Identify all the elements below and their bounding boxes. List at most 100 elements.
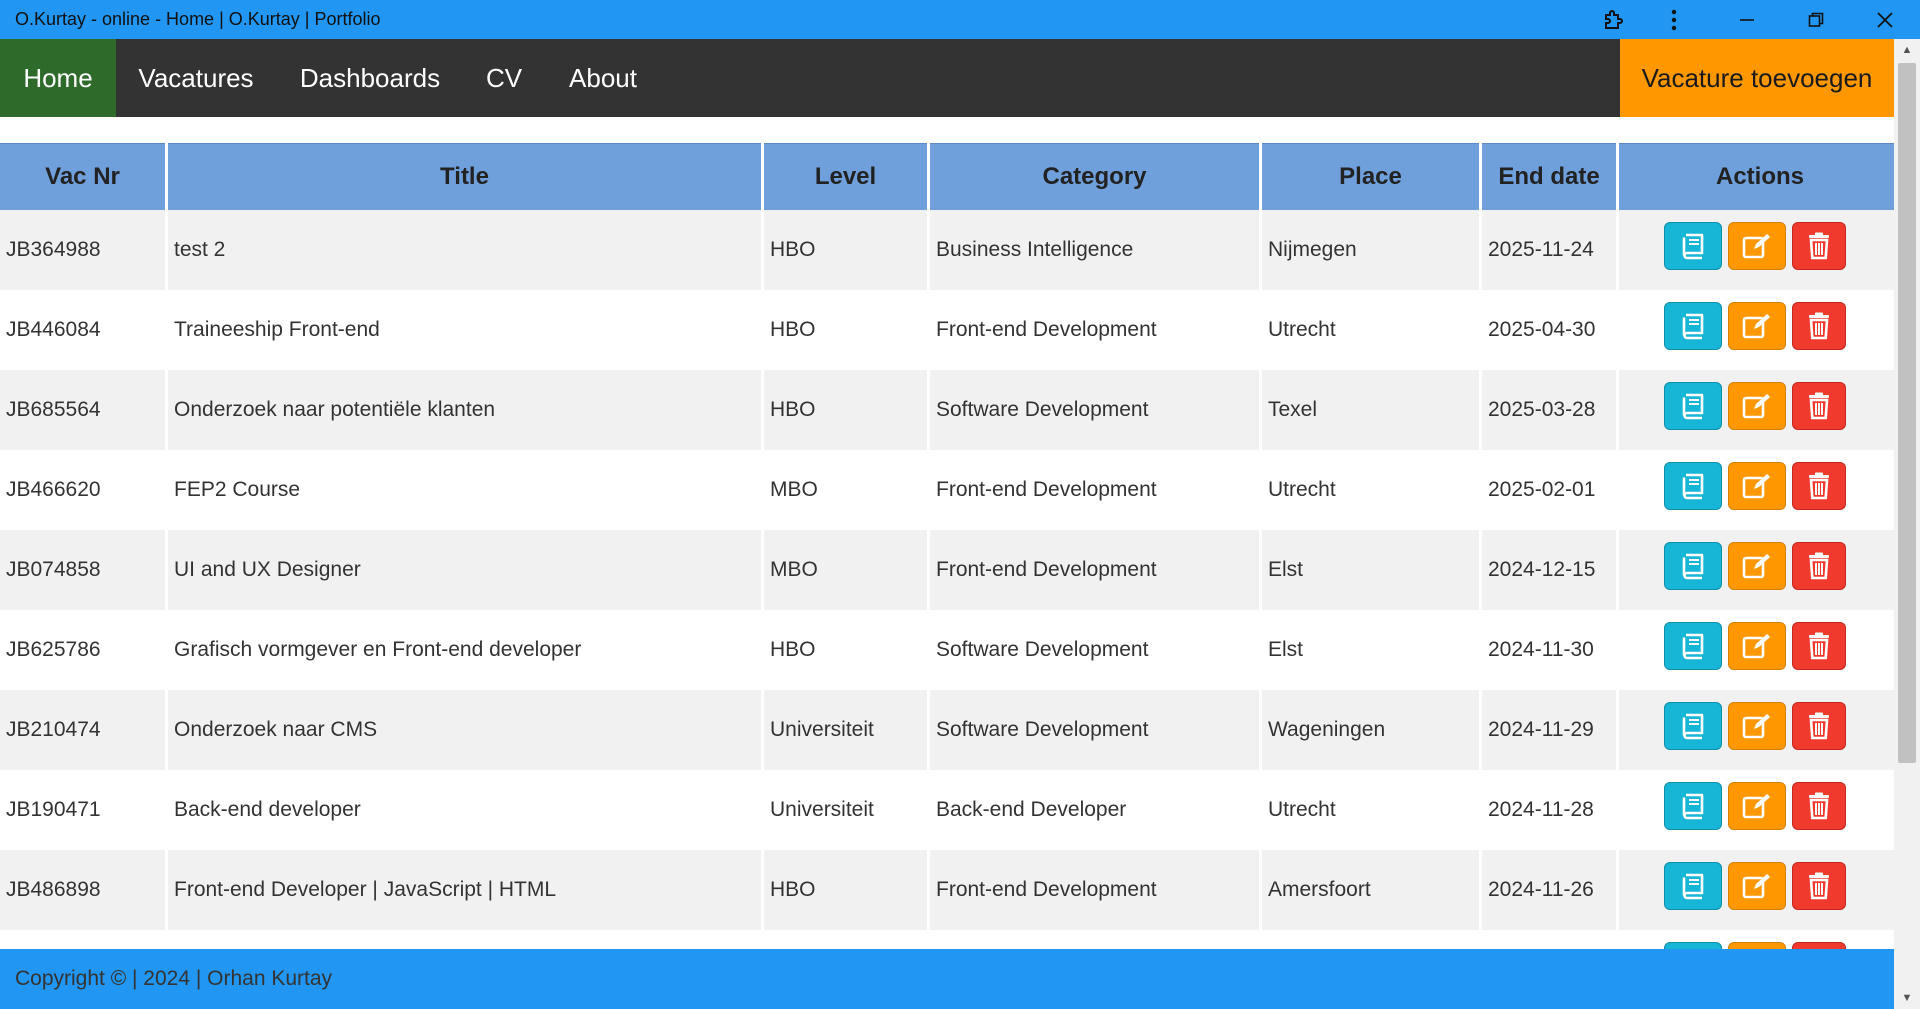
row-actions — [1664, 222, 1894, 270]
cell-category: Front-end Development — [930, 290, 1259, 370]
edit-button[interactable] — [1728, 782, 1786, 830]
edit-button[interactable] — [1728, 942, 1786, 949]
edit-button[interactable] — [1728, 222, 1786, 270]
row-actions — [1664, 942, 1894, 949]
row-actions — [1664, 622, 1894, 670]
nav-about[interactable]: About — [544, 39, 662, 117]
nav-dashboards[interactable]: Dashboards — [276, 39, 464, 117]
edit-button[interactable] — [1728, 862, 1786, 910]
cell-end-date: 2024-11-30 — [1482, 610, 1616, 690]
cell-place: Elst — [1262, 610, 1479, 690]
edit-button[interactable] — [1728, 702, 1786, 750]
restore-icon[interactable] — [1786, 0, 1846, 39]
cell-title: Front-end Developer | JavaScript | HTML — [168, 850, 761, 930]
more-options-icon[interactable] — [1644, 0, 1704, 39]
book-icon — [1678, 312, 1708, 340]
minimize-icon[interactable] — [1717, 0, 1777, 39]
cell-category: Front-end Development — [930, 850, 1259, 930]
delete-button[interactable] — [1792, 702, 1846, 750]
view-button[interactable] — [1664, 862, 1722, 910]
edit-button[interactable] — [1728, 542, 1786, 590]
view-button[interactable] — [1664, 782, 1722, 830]
cell-actions — [1619, 290, 1894, 370]
nav-cv[interactable]: CV — [464, 39, 544, 117]
cell-end-date: 2024-11-28 — [1482, 770, 1616, 850]
view-button[interactable] — [1664, 702, 1722, 750]
delete-button[interactable] — [1792, 462, 1846, 510]
row-actions — [1664, 462, 1894, 510]
delete-button[interactable] — [1792, 382, 1846, 430]
cell-end-date: 2024-11-29 — [1482, 690, 1616, 770]
edit-button[interactable] — [1728, 462, 1786, 510]
scroll-down-arrow-icon[interactable]: ▼ — [1894, 987, 1920, 1009]
row-actions — [1664, 302, 1894, 350]
cell-category: Software Development — [930, 610, 1259, 690]
view-button[interactable] — [1664, 622, 1722, 670]
cell-category: Software Development — [930, 370, 1259, 450]
view-button[interactable] — [1664, 542, 1722, 590]
cell-category: Back-end Developer — [930, 770, 1259, 850]
view-button[interactable] — [1664, 462, 1722, 510]
page-scrollbar[interactable]: ▲ ▼ — [1894, 39, 1920, 1009]
edit-button[interactable] — [1728, 382, 1786, 430]
cell-end-date: 2024-11-26 — [1482, 850, 1616, 930]
cell-category: Software Development — [930, 690, 1259, 770]
extensions-icon[interactable] — [1584, 0, 1644, 39]
header-vac-nr[interactable]: Vac Nr — [0, 143, 165, 210]
header-end-date[interactable]: End date — [1482, 143, 1616, 210]
delete-button[interactable] — [1792, 862, 1846, 910]
close-icon[interactable] — [1855, 0, 1915, 39]
header-actions: Actions — [1619, 143, 1894, 210]
nav-vacatures[interactable]: Vacatures — [116, 39, 276, 117]
row-actions — [1664, 862, 1894, 910]
cell-actions — [1619, 370, 1894, 450]
cell-category: Front-end Development — [930, 450, 1259, 530]
scroll-thumb[interactable] — [1898, 63, 1916, 763]
edit-button[interactable] — [1728, 622, 1786, 670]
trash-icon — [1807, 472, 1831, 500]
trash-icon — [1807, 392, 1831, 420]
row-actions — [1664, 542, 1894, 590]
cell-category: Front-end Development — [930, 530, 1259, 610]
cell-actions — [1619, 770, 1894, 850]
cell-level: HBO — [764, 370, 927, 450]
cell-title — [168, 930, 761, 949]
delete-button[interactable] — [1792, 622, 1846, 670]
delete-button[interactable] — [1792, 782, 1846, 830]
cell-vac-nr: JB210474 — [0, 690, 165, 770]
cell-level: MBO — [764, 450, 927, 530]
vacancy-table-container: Vac Nr Title Level Category Place End da… — [0, 143, 1894, 949]
header-level[interactable]: Level — [764, 143, 927, 210]
header-place[interactable]: Place — [1262, 143, 1479, 210]
cell-level: HBO — [764, 210, 927, 290]
cell-title: Back-end developer — [168, 770, 761, 850]
edit-button[interactable] — [1728, 302, 1786, 350]
cell-vac-nr: JB446084 — [0, 290, 165, 370]
header-title[interactable]: Title — [168, 143, 761, 210]
view-button[interactable] — [1664, 942, 1722, 949]
header-category[interactable]: Category — [930, 143, 1259, 210]
view-button[interactable] — [1664, 222, 1722, 270]
cell-level: MBO — [764, 530, 927, 610]
delete-button[interactable] — [1792, 942, 1846, 949]
edit-icon — [1741, 872, 1773, 900]
row-actions — [1664, 702, 1894, 750]
nav-home[interactable]: Home — [0, 39, 116, 117]
delete-button[interactable] — [1792, 222, 1846, 270]
delete-button[interactable] — [1792, 302, 1846, 350]
add-vacancy-button[interactable]: Vacature toevoegen — [1620, 39, 1894, 117]
row-actions — [1664, 782, 1894, 830]
view-button[interactable] — [1664, 302, 1722, 350]
edit-icon — [1741, 792, 1773, 820]
cell-vac-nr: JB625786 — [0, 610, 165, 690]
book-icon — [1678, 872, 1708, 900]
edit-icon — [1741, 712, 1773, 740]
scroll-up-arrow-icon[interactable]: ▲ — [1894, 39, 1920, 61]
cell-level: HBO — [764, 850, 927, 930]
view-button[interactable] — [1664, 382, 1722, 430]
trash-icon — [1807, 232, 1831, 260]
delete-button[interactable] — [1792, 542, 1846, 590]
cell-title: test 2 — [168, 210, 761, 290]
cell-place: Amersfoort — [1262, 850, 1479, 930]
row-actions — [1664, 382, 1894, 430]
